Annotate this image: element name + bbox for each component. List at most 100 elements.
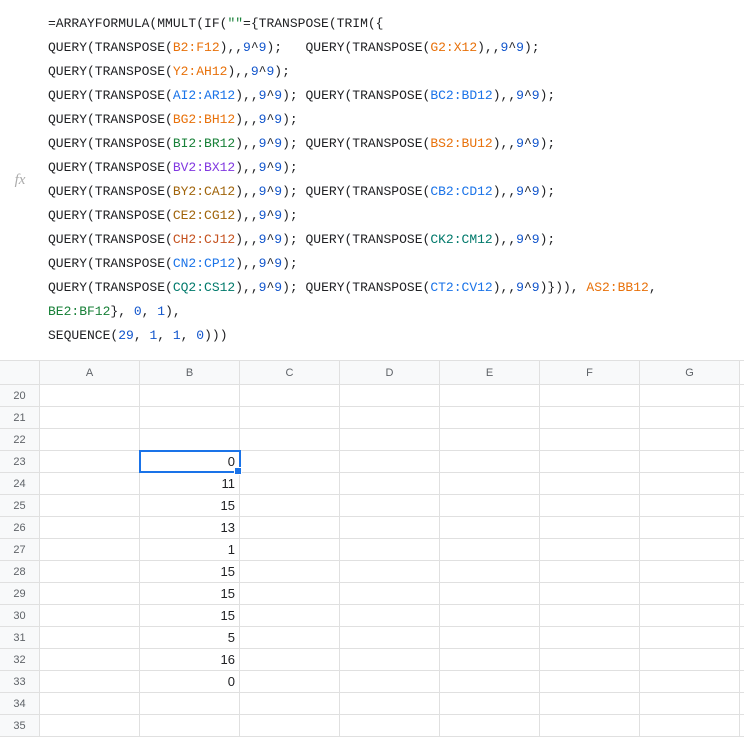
cell[interactable] [340,649,440,670]
cell[interactable] [40,561,140,582]
cell[interactable]: 0 [140,671,240,692]
cell[interactable] [40,429,140,450]
cell[interactable] [240,407,340,428]
cell[interactable] [440,429,540,450]
row-header[interactable]: 20 [0,385,40,406]
cell[interactable] [340,429,440,450]
cell[interactable] [340,583,440,604]
cell[interactable] [240,627,340,648]
cell[interactable]: 15 [140,495,240,516]
cell[interactable] [440,583,540,604]
cell[interactable] [640,429,740,450]
cell[interactable] [440,517,540,538]
col-header-f[interactable]: F [540,361,640,384]
cell[interactable] [640,517,740,538]
cell[interactable] [40,605,140,626]
cell[interactable] [340,495,440,516]
cell[interactable] [540,539,640,560]
cell[interactable] [140,693,240,714]
cell[interactable] [540,561,640,582]
cell[interactable] [440,649,540,670]
cell[interactable]: 13 [140,517,240,538]
cell[interactable] [240,561,340,582]
formula-input[interactable]: =ARRAYFORMULA(MMULT(IF(""={TRANSPOSE(TRI… [40,8,744,352]
cell[interactable] [340,539,440,560]
cell[interactable] [640,495,740,516]
cell[interactable]: 0 [140,451,240,472]
cell[interactable] [440,473,540,494]
cell[interactable] [640,539,740,560]
cell[interactable] [640,649,740,670]
cell[interactable] [40,693,140,714]
col-header-c[interactable]: C [240,361,340,384]
cell[interactable] [640,627,740,648]
cell[interactable] [640,693,740,714]
row-header[interactable]: 21 [0,407,40,428]
cell[interactable]: 15 [140,561,240,582]
cell[interactable] [240,605,340,626]
corner-cell[interactable] [0,361,40,384]
cell[interactable] [540,583,640,604]
cell[interactable] [440,627,540,648]
cell[interactable] [540,429,640,450]
cell[interactable] [340,407,440,428]
cell[interactable] [440,539,540,560]
cell[interactable] [540,451,640,472]
row-header[interactable]: 29 [0,583,40,604]
cell[interactable] [240,583,340,604]
cell[interactable] [340,605,440,626]
cell[interactable] [540,693,640,714]
cell[interactable] [340,627,440,648]
cell[interactable] [240,649,340,670]
cell[interactable]: 1 [140,539,240,560]
col-header-d[interactable]: D [340,361,440,384]
cell[interactable] [640,451,740,472]
cell[interactable] [640,473,740,494]
cell[interactable] [240,495,340,516]
cell[interactable] [540,517,640,538]
cell[interactable] [40,715,140,736]
cell[interactable] [340,671,440,692]
cell[interactable] [640,715,740,736]
cell[interactable] [540,407,640,428]
cell[interactable] [140,715,240,736]
cell[interactable] [640,407,740,428]
cell[interactable] [240,671,340,692]
cell[interactable] [40,671,140,692]
cell[interactable] [440,671,540,692]
cell[interactable] [540,649,640,670]
cell[interactable] [140,385,240,406]
row-header[interactable]: 27 [0,539,40,560]
cell[interactable] [540,671,640,692]
cell[interactable] [340,473,440,494]
col-header-b[interactable]: B [140,361,240,384]
cell[interactable] [540,473,640,494]
cell[interactable]: 5 [140,627,240,648]
cell[interactable] [40,627,140,648]
row-header[interactable]: 30 [0,605,40,626]
cell[interactable] [40,495,140,516]
row-header[interactable]: 33 [0,671,40,692]
cell[interactable] [540,605,640,626]
cell[interactable] [140,407,240,428]
row-header[interactable]: 35 [0,715,40,736]
row-header[interactable]: 24 [0,473,40,494]
cell[interactable] [340,517,440,538]
cell[interactable] [440,715,540,736]
cell[interactable] [340,451,440,472]
cell[interactable] [640,605,740,626]
cell[interactable] [540,495,640,516]
cell[interactable]: 15 [140,583,240,604]
row-header[interactable]: 25 [0,495,40,516]
row-header[interactable]: 26 [0,517,40,538]
cell[interactable] [40,407,140,428]
cell[interactable] [40,649,140,670]
cell[interactable] [640,385,740,406]
cell[interactable] [240,539,340,560]
cell[interactable] [640,583,740,604]
cell[interactable] [40,451,140,472]
row-header[interactable]: 22 [0,429,40,450]
cell[interactable] [340,693,440,714]
row-header[interactable]: 32 [0,649,40,670]
cell[interactable] [40,539,140,560]
